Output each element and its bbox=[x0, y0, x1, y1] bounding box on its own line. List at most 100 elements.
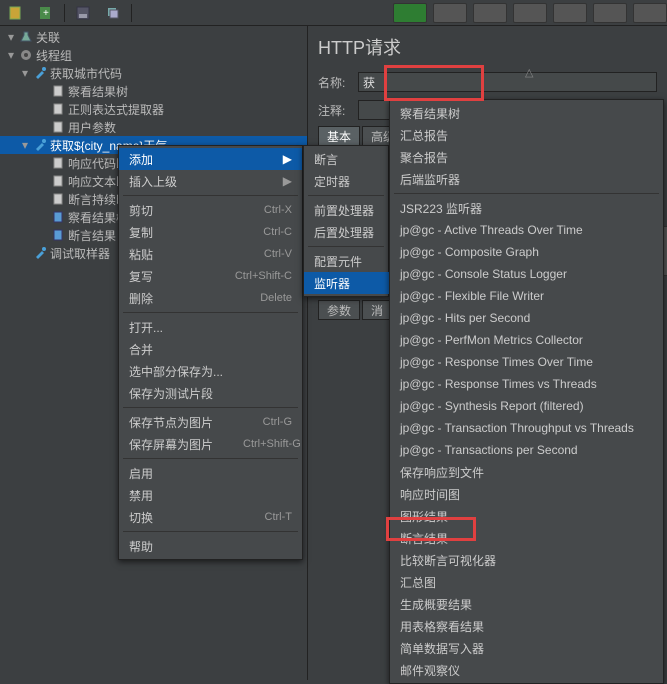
doc-icon bbox=[50, 156, 66, 170]
twisty-icon[interactable]: ▾ bbox=[18, 138, 32, 152]
name-input[interactable] bbox=[358, 72, 657, 92]
toolbar-run-button[interactable] bbox=[393, 3, 427, 23]
menu-item[interactable]: 汇总报告 bbox=[390, 124, 663, 146]
tab-basic[interactable]: 基本 bbox=[318, 126, 360, 146]
menu-item-label: 图形结果 bbox=[400, 508, 448, 525]
menu-item-label: 启用 bbox=[129, 465, 153, 482]
menu-item[interactable]: 图形结果 bbox=[390, 505, 663, 527]
menu-item-label: 邮件观察仪 bbox=[400, 662, 460, 679]
toolbar-button-2[interactable] bbox=[433, 3, 467, 23]
tree-item[interactable]: ▾获取城市代码 bbox=[0, 64, 307, 82]
menu-item[interactable]: 帮助 bbox=[119, 535, 302, 557]
menu-item[interactable]: 察看结果树 bbox=[390, 102, 663, 124]
tree-item[interactable]: 用户参数 bbox=[0, 118, 307, 136]
menu-item-label: jp@gc - Transactions per Second bbox=[400, 443, 578, 457]
menu-item[interactable]: jp@gc - Response Times Over Time bbox=[390, 351, 663, 373]
menu-item[interactable]: 复写Ctrl+Shift-C bbox=[119, 265, 302, 287]
pipette-icon bbox=[32, 138, 48, 152]
subtab-params[interactable]: 参数 bbox=[318, 300, 360, 320]
menu-item[interactable]: 简单数据写入器 bbox=[390, 637, 663, 659]
shortcut-label: Ctrl-V bbox=[264, 248, 292, 260]
doc-icon bbox=[50, 102, 66, 116]
menu-item-label: 断言 bbox=[314, 151, 338, 168]
menu-item[interactable]: 聚合报告 bbox=[390, 146, 663, 168]
menu-item[interactable]: 生成概要结果 bbox=[390, 593, 663, 615]
shortcut-label: Delete bbox=[260, 292, 292, 304]
menu-item[interactable]: 比较断言可视化器 bbox=[390, 549, 663, 571]
tree-item[interactable]: ▾线程组 bbox=[0, 46, 307, 64]
menu-item-label: 配置元件 bbox=[314, 253, 362, 270]
menu-item[interactable]: jp@gc - PerfMon Metrics Collector bbox=[390, 329, 663, 351]
menu-item[interactable]: jp@gc - Console Status Logger bbox=[390, 263, 663, 285]
menu-item[interactable]: 插入上级▶ bbox=[119, 170, 302, 192]
menu-item[interactable]: 打开... bbox=[119, 316, 302, 338]
submenu-arrow-icon: ▶ bbox=[283, 174, 292, 188]
menu-item[interactable]: 选中部分保存为... bbox=[119, 360, 302, 382]
menu-item-label: 保存为测试片段 bbox=[129, 385, 213, 402]
toolbar-file-icon[interactable] bbox=[4, 3, 28, 23]
menu-item[interactable]: 响应时间图 bbox=[390, 483, 663, 505]
shortcut-label: Ctrl-T bbox=[265, 511, 293, 523]
toolbar-plus-icon[interactable]: + bbox=[34, 3, 58, 23]
twisty-icon[interactable]: ▾ bbox=[18, 66, 32, 80]
tree-item[interactable]: 察看结果树 bbox=[0, 82, 307, 100]
menu-item-label: 生成概要结果 bbox=[400, 596, 472, 613]
twisty-icon[interactable]: ▾ bbox=[4, 30, 18, 44]
menu-item[interactable]: jp@gc - Active Threads Over Time bbox=[390, 219, 663, 241]
toolbar-button-3[interactable] bbox=[473, 3, 507, 23]
menu-item-label: 复写 bbox=[129, 268, 153, 285]
menu-item[interactable]: 后端监听器 bbox=[390, 168, 663, 190]
menu-item[interactable]: 剪切Ctrl-X bbox=[119, 199, 302, 221]
toolbar-button-5[interactable] bbox=[553, 3, 587, 23]
shortcut-label: Ctrl-C bbox=[263, 226, 292, 238]
menu-item[interactable]: 保存为测试片段 bbox=[119, 382, 302, 404]
menu-item[interactable]: 复制Ctrl-C bbox=[119, 221, 302, 243]
menu-item[interactable]: 粘贴Ctrl-V bbox=[119, 243, 302, 265]
menu-item-label: jp@gc - PerfMon Metrics Collector bbox=[400, 333, 583, 347]
menu-item-label: 定时器 bbox=[314, 173, 350, 190]
menu-item[interactable]: jp@gc - Synthesis Report (filtered) bbox=[390, 395, 663, 417]
menu-item[interactable]: 添加▶ bbox=[119, 148, 302, 170]
subtab-body[interactable]: 消 bbox=[362, 300, 392, 320]
doc-blue-icon bbox=[50, 210, 66, 224]
toolbar-button-7[interactable] bbox=[633, 3, 667, 23]
menu-item[interactable]: 邮件观察仪 bbox=[390, 659, 663, 681]
menu-item[interactable]: 切换Ctrl-T bbox=[119, 506, 302, 528]
menu-item-label: 响应时间图 bbox=[400, 486, 460, 503]
toolbar-button-6[interactable] bbox=[593, 3, 627, 23]
menu-item[interactable]: 断言结果 bbox=[390, 527, 663, 549]
toolbar-button-4[interactable] bbox=[513, 3, 547, 23]
menu-item[interactable]: jp@gc - Transactions per Second bbox=[390, 439, 663, 461]
name-label: 名称: bbox=[318, 74, 358, 91]
menu-item-label: 保存节点为图片 bbox=[129, 414, 213, 431]
menu-item[interactable]: jp@gc - Composite Graph bbox=[390, 241, 663, 263]
menu-item[interactable]: 禁用 bbox=[119, 484, 302, 506]
shortcut-label: Ctrl-G bbox=[263, 416, 292, 428]
menu-item-label: jp@gc - Response Times vs Threads bbox=[400, 377, 597, 391]
flask-icon bbox=[18, 30, 34, 44]
menu-item[interactable]: 汇总图 bbox=[390, 571, 663, 593]
doc-icon bbox=[50, 192, 66, 206]
menu-item[interactable]: jp@gc - Response Times vs Threads bbox=[390, 373, 663, 395]
doc-blue-icon bbox=[50, 228, 66, 242]
menu-item[interactable]: 保存响应到文件 bbox=[390, 461, 663, 483]
menu-item[interactable]: 用表格察看结果 bbox=[390, 615, 663, 637]
tree-item[interactable]: 正则表达式提取器 bbox=[0, 100, 307, 118]
tree-item-label: 察看结果树 bbox=[68, 83, 128, 100]
twisty-icon[interactable]: ▾ bbox=[4, 48, 18, 62]
toolbar-disk-icon[interactable] bbox=[71, 3, 95, 23]
menu-item[interactable]: 保存节点为图片 Ctrl-G bbox=[119, 411, 302, 433]
submenu-listener: 察看结果树汇总报告聚合报告后端监听器 JSR223 监听器jp@gc - Acti… bbox=[389, 99, 664, 684]
menu-item[interactable]: jp@gc - Flexible File Writer bbox=[390, 285, 663, 307]
menu-item-label: jp@gc - Console Status Logger bbox=[400, 267, 567, 281]
menu-item[interactable]: 保存屏幕为图片Ctrl+Shift-G bbox=[119, 433, 302, 455]
menu-item[interactable]: 删除Delete bbox=[119, 287, 302, 309]
menu-item[interactable]: jp@gc - Transaction Throughput vs Thread… bbox=[390, 417, 663, 439]
menu-item[interactable]: JSR223 监听器 bbox=[390, 197, 663, 219]
menu-item[interactable]: jp@gc - Hits per Second bbox=[390, 307, 663, 329]
menu-item[interactable]: 启用 bbox=[119, 462, 302, 484]
tree-root[interactable]: ▾ 关联 bbox=[0, 28, 307, 46]
toolbar-copy-icon[interactable] bbox=[101, 3, 125, 23]
menu-item[interactable]: 合并 bbox=[119, 338, 302, 360]
tree-item-label: 用户参数 bbox=[68, 119, 116, 136]
